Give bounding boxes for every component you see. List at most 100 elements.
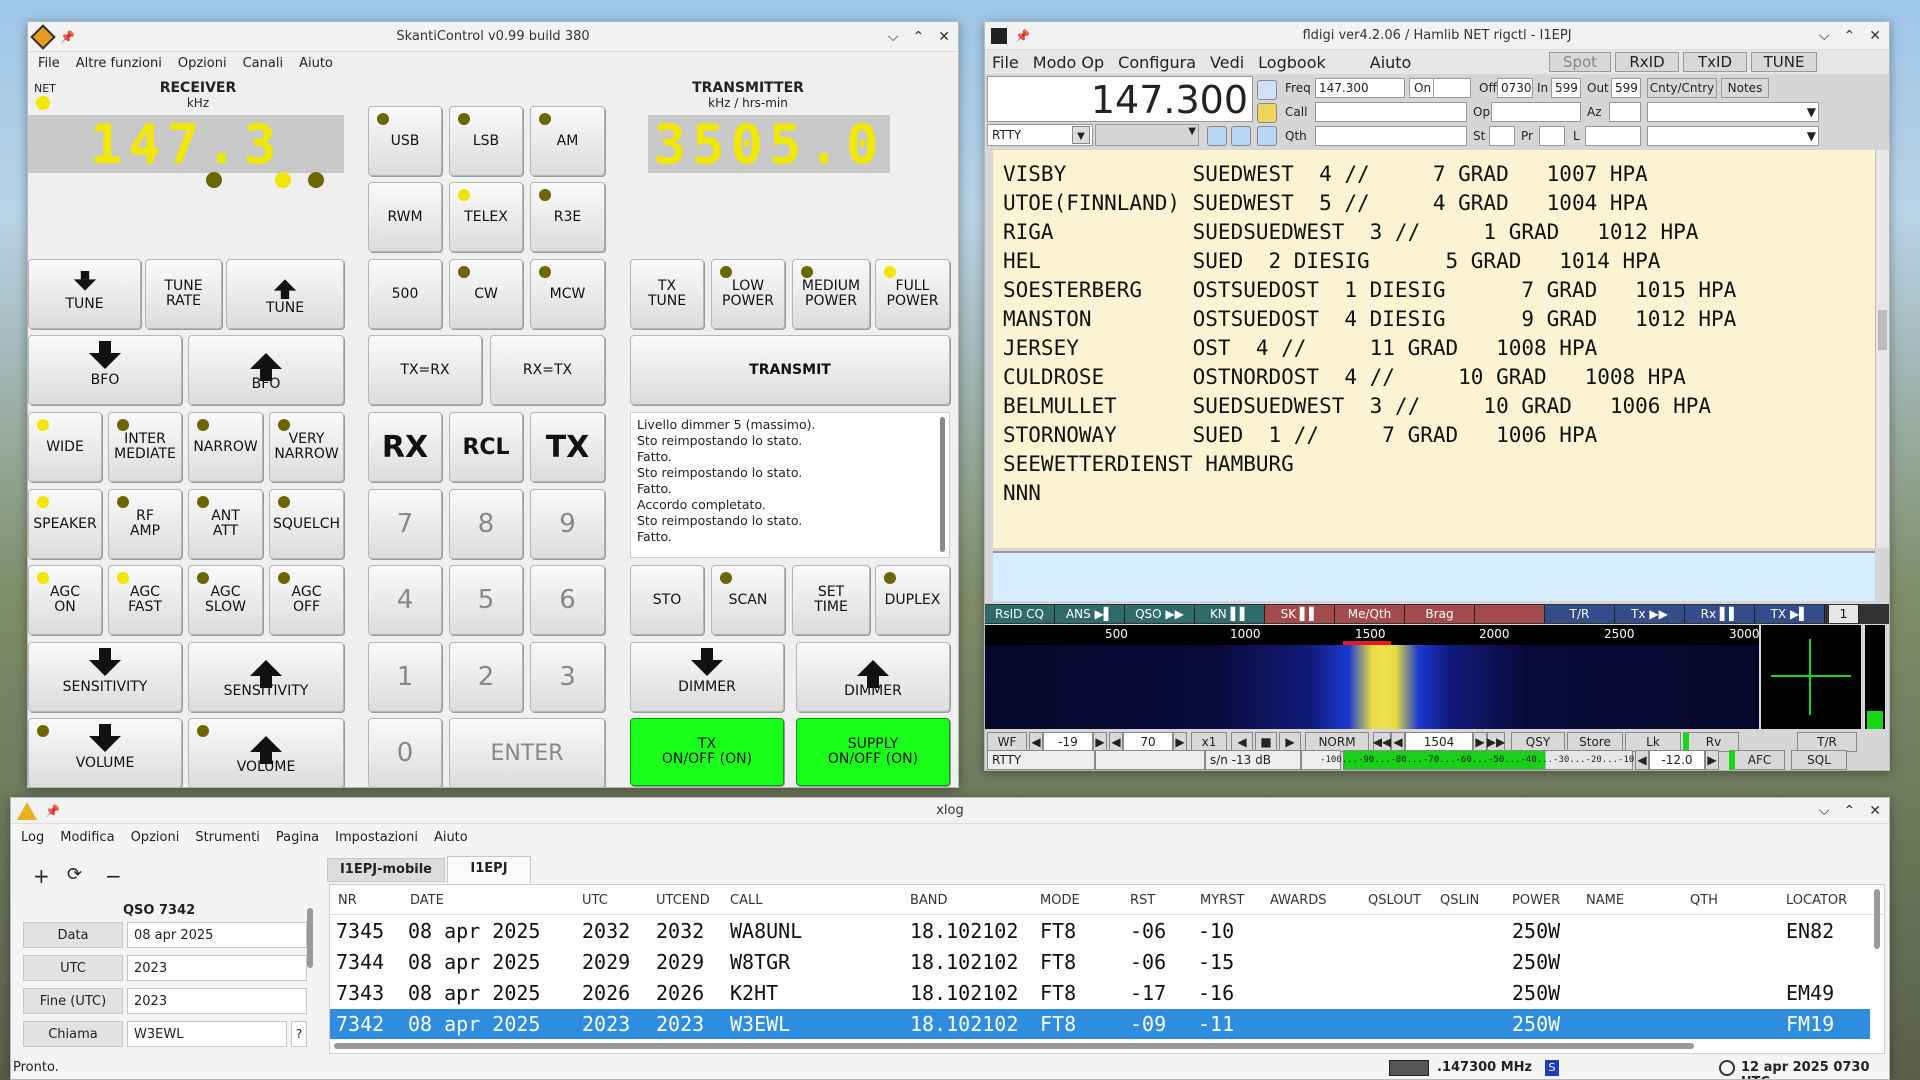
macro-rsid-cq[interactable]: RsID CQ — [985, 605, 1055, 623]
scan-button[interactable]: SCAN — [711, 565, 785, 635]
mcw-button[interactable]: MCW — [530, 259, 605, 329]
minimize-icon[interactable]: ⌵ — [1819, 803, 1830, 819]
col-mode[interactable]: MODE — [1040, 893, 1080, 908]
end-utc-input[interactable]: 2023 — [127, 988, 307, 1014]
cnty-button[interactable]: Cnty/Cntry — [1647, 78, 1717, 98]
full-power-button[interactable]: FULL POWER — [875, 259, 950, 329]
tab-i1epj-mobile[interactable]: I1EPJ-mobile — [327, 858, 445, 882]
set-time-button[interactable]: SET TIME — [792, 565, 870, 635]
col-name[interactable]: NAME — [1586, 893, 1624, 908]
menu-logbook[interactable]: Logbook — [1251, 53, 1333, 72]
rxid-button[interactable]: RxID — [1615, 52, 1679, 72]
volume-down-button[interactable]: VOLUME — [28, 718, 182, 787]
menu-configura[interactable]: Configura — [1111, 53, 1203, 72]
tx-tune-button[interactable]: TX TUNE — [630, 259, 704, 329]
wf-step-left-icon[interactable]: ◀ — [1391, 732, 1405, 752]
intermediate-button[interactable]: INTER MEDIATE — [108, 412, 182, 482]
txid-button[interactable]: TxID — [1683, 52, 1747, 72]
table-row[interactable]: 7345 08 apr 2025 2032 2032 WA8UNL 18.102… — [330, 916, 1870, 946]
col-qslin[interactable]: QSLIN — [1440, 893, 1479, 908]
utc-input[interactable]: 2023 — [127, 955, 307, 981]
macro-tx-end[interactable]: TX ▶▌ — [1755, 605, 1825, 623]
rx-scrollbar[interactable] — [1875, 150, 1889, 548]
az-input[interactable] — [1609, 102, 1641, 122]
tune-up-button[interactable]: TUNE — [226, 259, 344, 329]
rx-text-panel[interactable]: VISBY SUEDWEST 4 // 7 GRAD 1007 HPA UTOE… — [993, 150, 1875, 548]
globe-icon[interactable] — [1257, 80, 1277, 100]
wf-range-down-icon[interactable]: ◀ — [1109, 732, 1123, 752]
rwm-button[interactable]: RWM — [368, 182, 442, 252]
table-hscrollbar[interactable] — [334, 1043, 1694, 1049]
key-3-button[interactable]: 3 — [530, 642, 605, 712]
lsb-button[interactable]: LSB — [449, 106, 523, 176]
supply-onoff-button[interactable]: SUPPLY ON/OFF (ON) — [796, 718, 950, 786]
speaker-button[interactable]: SPEAKER — [28, 489, 102, 559]
col-qth[interactable]: QTH — [1690, 893, 1718, 908]
log-scrollbar[interactable] — [940, 417, 945, 552]
low-power-button[interactable]: LOW POWER — [711, 259, 785, 329]
col-utcend[interactable]: UTCEND — [656, 893, 710, 908]
add-icon[interactable]: + — [33, 864, 50, 888]
agc-fast-button[interactable]: AGC FAST — [108, 565, 182, 635]
col-nr[interactable]: NR — [338, 893, 357, 908]
op-input[interactable] — [1491, 102, 1581, 122]
menu-log[interactable]: Log — [21, 830, 44, 845]
form-scrollbar[interactable] — [307, 908, 313, 968]
rx-scroll-thumb[interactable] — [1878, 310, 1887, 350]
table-row[interactable]: 7344 08 apr 2025 2029 2029 W8TGR 18.1021… — [330, 947, 1870, 977]
dimmer-up-button[interactable]: DIMMER — [796, 642, 950, 712]
key-5-button[interactable]: 5 — [449, 565, 523, 635]
tune-down-button[interactable]: TUNE — [28, 259, 141, 329]
menu-strumenti[interactable]: Strumenti — [195, 830, 260, 845]
volume-up-button[interactable]: VOLUME — [188, 718, 344, 787]
sensitivity-down-button[interactable]: SENSITIVITY — [28, 642, 182, 712]
squelch-level[interactable]: -12.0 — [1649, 750, 1705, 770]
minimize-icon[interactable]: ⌵ — [888, 29, 899, 45]
menu-aiuto[interactable]: Aiuto — [434, 830, 468, 845]
freq-input[interactable]: 147.300 — [1315, 78, 1405, 98]
table-vscrollbar[interactable] — [1874, 889, 1880, 949]
tune-rate-button[interactable]: TUNE RATE — [145, 259, 222, 329]
table-row[interactable]: 7343 08 apr 2025 2026 2026 K2HT 18.10210… — [330, 978, 1870, 1008]
macro-rx[interactable]: Rx ▌▌ — [1685, 605, 1755, 623]
key-1-button[interactable]: 1 — [368, 642, 442, 712]
minimize-icon[interactable]: ⌵ — [1819, 28, 1830, 44]
macro-me-qth[interactable]: Me/Qth — [1335, 605, 1405, 623]
refresh-icon[interactable]: ⟳ — [67, 864, 82, 885]
telex-button[interactable]: TELEX — [449, 182, 523, 252]
rst-in-input[interactable]: 599 — [1551, 78, 1581, 98]
date-input[interactable]: 08 apr 2025 — [127, 922, 307, 948]
rst-out-input[interactable]: 599 — [1611, 78, 1641, 98]
off-input[interactable]: 0730 — [1497, 78, 1533, 98]
menu-vedi[interactable]: Vedi — [1203, 53, 1251, 72]
menu-modo-op[interactable]: Modo Op — [1026, 53, 1111, 72]
agc-off-button[interactable]: AGC OFF — [269, 565, 344, 635]
tx-text-panel[interactable] — [993, 551, 1875, 601]
save-icon[interactable] — [1231, 126, 1251, 146]
menu-opzioni[interactable]: Opzioni — [131, 830, 180, 845]
narrow-button[interactable]: NARROW — [188, 412, 263, 482]
dimmer-down-button[interactable]: DIMMER — [630, 642, 784, 712]
menu-canali[interactable]: Canali — [243, 56, 283, 71]
squelch-down-icon[interactable]: ◀ — [1635, 750, 1649, 770]
table-row-selected[interactable]: 7342 08 apr 2025 2023 2023 W3EWL 18.1021… — [330, 1009, 1870, 1039]
sensitivity-up-button[interactable]: SENSITIVITY — [188, 642, 344, 712]
key-6-button[interactable]: 6 — [530, 565, 605, 635]
wf-step-right-icon[interactable]: ▶ — [1473, 732, 1487, 752]
col-awards[interactable]: AWARDS — [1270, 893, 1327, 908]
agc-slow-button[interactable]: AGC SLOW — [188, 565, 263, 635]
wf-norm-button[interactable]: NORM — [1305, 732, 1369, 752]
wf-right-icon[interactable]: ▶ — [1279, 732, 1301, 752]
tune-button[interactable]: TUNE — [1751, 52, 1817, 72]
on-input[interactable] — [1433, 78, 1471, 98]
menu-altre-funzioni[interactable]: Altre funzioni — [76, 56, 162, 71]
lock-button[interactable]: Lk — [1625, 732, 1681, 752]
col-qslout[interactable]: QSLOUT — [1368, 893, 1421, 908]
remove-icon[interactable]: − — [105, 864, 122, 888]
sto-button[interactable]: STO — [630, 565, 704, 635]
notes-button[interactable]: Notes — [1721, 78, 1769, 98]
menu-aiuto[interactable]: Aiuto — [299, 56, 333, 71]
tx-button[interactable]: TX — [530, 412, 605, 482]
col-utc[interactable]: UTC — [582, 893, 608, 908]
wf-level-down-icon[interactable]: ◀ — [1029, 732, 1043, 752]
